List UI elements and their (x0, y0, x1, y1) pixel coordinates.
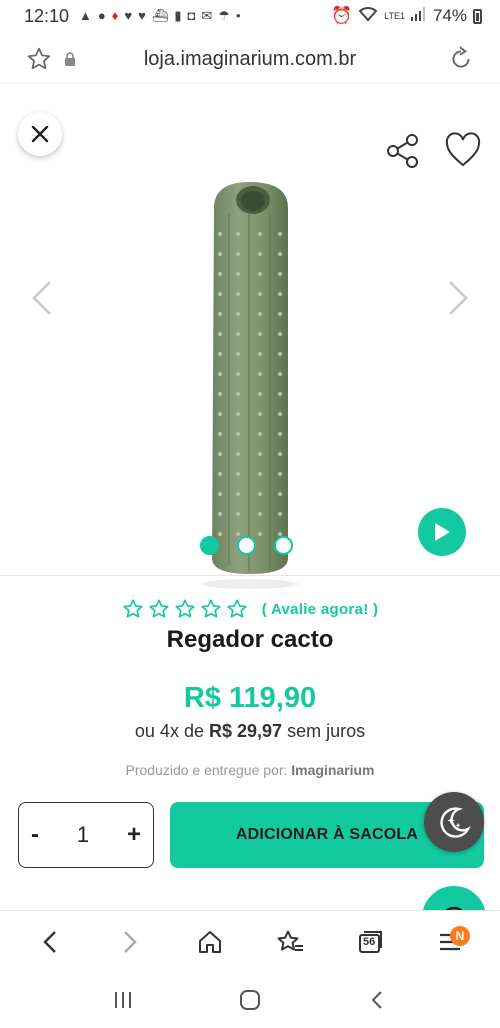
status-bar: 12:10 ▲ ● ♦ ♥ ♥ ⛴ ▮ ◘ ✉ ☂ • ⏰ LTE1 74% (0, 0, 500, 32)
gmail-icon: ✉ (201, 8, 213, 23)
seller-name: Imaginarium (291, 762, 375, 778)
installment-value: R$ 29,97 (208, 721, 283, 741)
back-button[interactable] (30, 922, 70, 962)
rate-now-link[interactable]: ( Avalie agora! ) (262, 601, 379, 618)
alarm-icon: ⏰ (330, 6, 353, 25)
browser-toolbar: 56 N (0, 910, 500, 972)
gallery-dot[interactable] (200, 536, 219, 555)
more-dot-icon: • (235, 8, 241, 23)
chevron-left-icon (32, 281, 51, 315)
increase-quantity-button[interactable]: + (127, 821, 141, 849)
battery-icon (473, 8, 482, 24)
chevron-left-icon (43, 930, 56, 953)
rating-row[interactable]: ( Avalie agora! ) (0, 598, 500, 620)
rating-star-icon[interactable] (226, 598, 248, 620)
home-circle-icon (239, 990, 260, 1010)
favorite-button[interactable] (444, 132, 482, 170)
chevron-right-icon (449, 281, 468, 315)
close-icon (31, 125, 49, 143)
moon-icon (440, 807, 471, 838)
product-image (202, 182, 298, 589)
forward-button[interactable] (110, 922, 150, 962)
gem-icon: ♦ (111, 8, 119, 23)
system-navigation (0, 972, 500, 1028)
menu-button[interactable]: N (430, 922, 470, 962)
share-icon (387, 134, 418, 168)
recent-apps-button[interactable] (103, 980, 143, 1020)
installments-prefix: ou 4x de (134, 721, 204, 741)
product-gallery[interactable] (0, 88, 500, 589)
quantity-value[interactable]: 1 (77, 822, 89, 848)
rating-star-icon[interactable] (122, 598, 144, 620)
decrease-quantity-button[interactable]: - (31, 821, 39, 849)
rating-star-icon[interactable] (174, 598, 196, 620)
play-video-button[interactable] (418, 508, 466, 556)
wifi-icon (358, 6, 378, 27)
gallery-dot[interactable] (237, 536, 256, 555)
share-button[interactable] (384, 132, 422, 170)
chevron-right-icon (124, 930, 137, 953)
next-image-button[interactable] (444, 278, 472, 318)
divider (0, 575, 500, 576)
facebook-icon: ● (97, 8, 106, 23)
app-icon: ☂ (218, 8, 230, 23)
close-button[interactable] (18, 112, 62, 156)
app-icon: ♥ (138, 8, 146, 23)
tabs-button[interactable]: 56 (350, 922, 390, 962)
installments-suffix: sem juros (287, 721, 366, 741)
status-time: 12:10 (24, 5, 70, 26)
gallery-pagination (200, 536, 293, 555)
rating-star-icon[interactable] (148, 598, 170, 620)
home-button[interactable] (190, 922, 230, 962)
previous-image-button[interactable] (28, 278, 56, 318)
home-icon (199, 930, 221, 953)
notification-icons: ▲ ● ♦ ♥ ♥ ⛴ ▮ ◘ ✉ ☂ • (79, 8, 240, 24)
seller-prefix: Produzido e entregue por: (125, 762, 288, 778)
notification-icon: ▲ (79, 8, 92, 23)
product-price: R$ 119,90 (183, 682, 317, 714)
seller-info: Produzido e entregue por: Imaginarium (0, 762, 500, 778)
installments-info: ou 4x de R$ 29,97 sem juros (0, 721, 500, 742)
signal-icon (410, 6, 427, 26)
bookmarks-button[interactable] (270, 922, 310, 962)
product-title: Regador cacto (166, 626, 334, 653)
network-label: LTE1 (384, 10, 405, 21)
play-icon (435, 523, 450, 541)
heart-icon (445, 132, 481, 167)
app-icon: ♥ (124, 8, 133, 23)
home-system-button[interactable] (230, 980, 270, 1020)
url-text[interactable]: loja.imaginarium.com.br (0, 48, 500, 71)
back-chevron-icon (371, 991, 382, 1009)
add-to-bag-label: ADICIONAR À SACOLA (235, 826, 419, 843)
bookmarks-star-icon (277, 930, 303, 951)
quantity-stepper: - 1 + (18, 802, 154, 868)
tabs-count: 56 (363, 935, 376, 948)
reload-icon[interactable] (448, 46, 474, 72)
night-mode-button[interactable] (424, 792, 484, 852)
lock-icon: ▮ (174, 8, 182, 23)
menu-badge: N (450, 925, 470, 946)
gallery-dot[interactable] (274, 536, 293, 555)
boat-icon: ⛴ (151, 8, 169, 23)
battery-percent: 74% (432, 6, 467, 25)
back-system-button[interactable] (357, 980, 397, 1020)
address-bar: loja.imaginarium.com.br (0, 36, 500, 84)
rating-star-icon[interactable] (200, 598, 222, 620)
recent-apps-icon (115, 992, 132, 1008)
instagram-icon: ◘ (187, 8, 196, 23)
